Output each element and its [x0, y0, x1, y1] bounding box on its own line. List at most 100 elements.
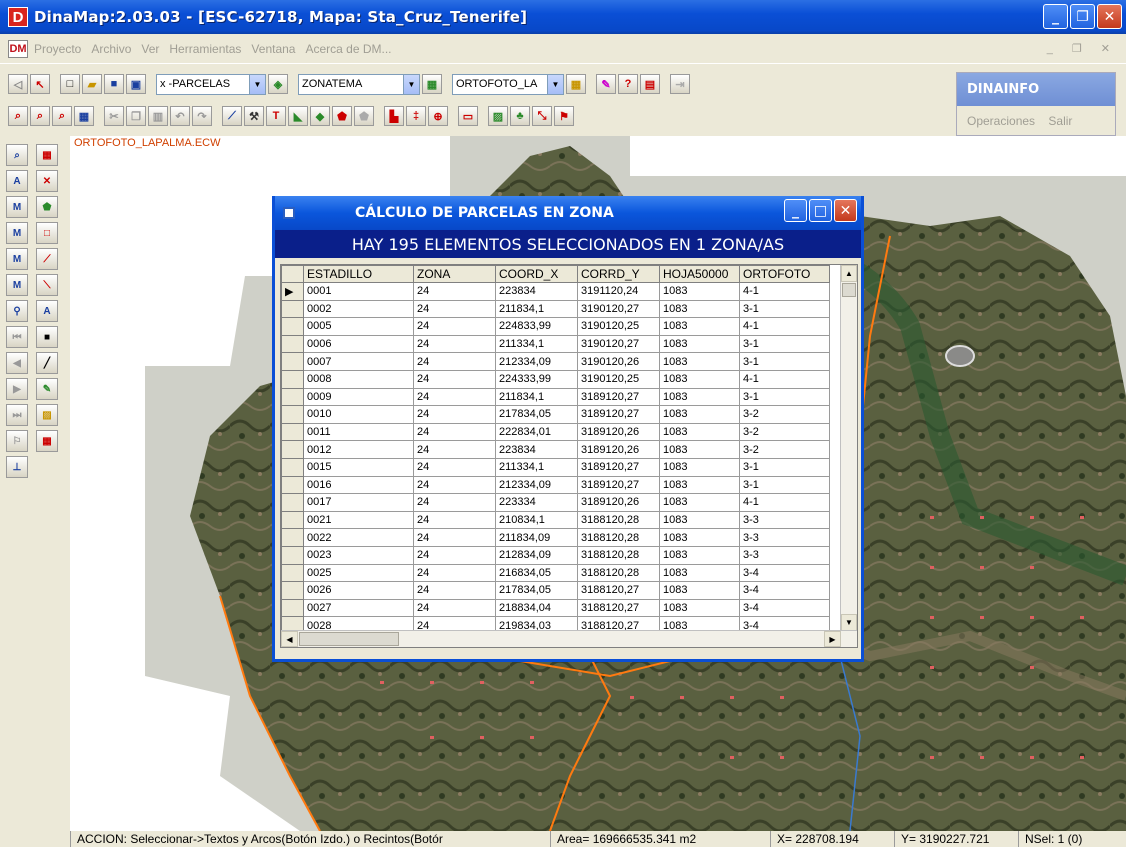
table-cell[interactable]: 3189120,27: [577, 405, 660, 424]
table-cell[interactable]: 1083: [659, 598, 740, 618]
menu-acerca[interactable]: Acerca de DM...: [305, 42, 391, 56]
cut-icon[interactable]: ✂: [104, 106, 124, 126]
row-indicator[interactable]: [281, 369, 304, 389]
open-folder-icon[interactable]: ▰: [82, 74, 102, 94]
grid-icon[interactable]: ▦: [566, 74, 586, 94]
split-icon[interactable]: ‡: [406, 106, 426, 126]
prev-record-icon[interactable]: ◀: [6, 352, 28, 374]
ms-minus-icon[interactable]: M: [6, 248, 28, 270]
table-cell[interactable]: 3-4: [739, 598, 830, 618]
table-cell[interactable]: 224833,99: [495, 317, 578, 336]
ms-plus-icon[interactable]: M: [6, 222, 28, 244]
table-cell[interactable]: 0016: [303, 475, 414, 495]
row-indicator[interactable]: [281, 334, 304, 354]
table-cell[interactable]: 3188120,28: [577, 545, 660, 565]
table-row[interactable]: 0011 24 222834,01 3189120,26 1083 3-2: [281, 422, 830, 442]
table-cell[interactable]: 0011: [303, 422, 414, 442]
help-icon[interactable]: ?: [618, 74, 638, 94]
row-indicator[interactable]: [281, 405, 304, 424]
line-tool-icon[interactable]: ⟍: [36, 274, 58, 296]
row-indicator[interactable]: [281, 528, 304, 547]
table-row[interactable]: 0008 24 224333,99 3190120,25 1083 4-1: [281, 369, 830, 389]
row-indicator[interactable]: ▶: [281, 282, 304, 301]
calc-parcels-icon[interactable]: ▨: [488, 106, 508, 126]
table-cell[interactable]: 3-4: [739, 563, 830, 583]
undo-icon[interactable]: ↶: [170, 106, 190, 126]
table-cell[interactable]: 1083: [659, 545, 740, 565]
row-indicator[interactable]: [281, 387, 304, 407]
col-estadillo[interactable]: ESTADILLO: [303, 265, 414, 283]
row-indicator[interactable]: [281, 563, 304, 583]
table-row[interactable]: 0016 24 212334,09 3189120,27 1083 3-1: [281, 475, 830, 495]
draw-icon[interactable]: ✎: [596, 74, 616, 94]
table-cell[interactable]: 0007: [303, 352, 414, 371]
table-cell[interactable]: 211334,1: [495, 334, 578, 354]
tools-icon[interactable]: ⚒: [244, 106, 264, 126]
col-corrd-y[interactable]: CORRD_Y: [577, 265, 660, 283]
table-cell[interactable]: 210834,1: [495, 510, 578, 530]
table-cell[interactable]: 24: [413, 493, 496, 512]
table-cell[interactable]: 1083: [659, 317, 740, 336]
table-row[interactable]: 0010 24 217834,05 3189120,27 1083 3-2: [281, 405, 830, 424]
table-cell[interactable]: 224333,99: [495, 369, 578, 389]
table-cell[interactable]: 3-1: [739, 387, 830, 407]
tree-icon[interactable]: ♣: [510, 106, 530, 126]
minimize-button[interactable]: _: [1043, 4, 1068, 29]
row-indicator[interactable]: [281, 440, 304, 459]
table-cell[interactable]: 24: [413, 457, 496, 477]
table-cell[interactable]: 24: [413, 440, 496, 459]
table-row[interactable]: 0015 24 211334,1 3189120,27 1083 3-1: [281, 457, 830, 477]
table-cell[interactable]: 24: [413, 369, 496, 389]
row-indicator[interactable]: [281, 352, 304, 371]
table-row[interactable]: 0022 24 211834,09 3188120,28 1083 3-3: [281, 528, 830, 547]
table-cell[interactable]: 3188120,28: [577, 528, 660, 547]
exit-icon[interactable]: ⇥: [670, 74, 690, 94]
first-record-icon[interactable]: ⏮: [6, 326, 28, 348]
table-cell[interactable]: 4-1: [739, 317, 830, 336]
attribute-icon[interactable]: ▙: [384, 106, 404, 126]
text-icon[interactable]: T: [266, 106, 286, 126]
table-cell[interactable]: 0021: [303, 510, 414, 530]
col-hoja50000[interactable]: HOJA50000: [659, 265, 740, 283]
layer-props-icon[interactable]: ◈: [268, 74, 288, 94]
table-cell[interactable]: 3-3: [739, 510, 830, 530]
polygon-icon[interactable]: ⬟: [332, 106, 352, 126]
table-cell[interactable]: 3189120,27: [577, 457, 660, 477]
mdi-controls[interactable]: _ ❐ ✕: [1047, 42, 1118, 55]
table-cell[interactable]: 223834: [495, 282, 578, 301]
menu-ventana[interactable]: Ventana: [251, 42, 295, 56]
table-cell[interactable]: 0027: [303, 598, 414, 618]
table-row[interactable]: 0012 24 223834 3189120,26 1083 3-2: [281, 440, 830, 459]
compass-icon[interactable]: ✕: [36, 170, 58, 192]
table-cell[interactable]: 3-3: [739, 545, 830, 565]
table-cell[interactable]: 1083: [659, 405, 740, 424]
table-cell[interactable]: 0023: [303, 545, 414, 565]
table-cell[interactable]: 3189120,27: [577, 387, 660, 407]
new-file-icon[interactable]: □: [60, 74, 80, 94]
table-row[interactable]: 0027 24 218834,04 3188120,27 1083 3-4: [281, 598, 830, 618]
table-cell[interactable]: 212334,09: [495, 352, 578, 371]
table-row[interactable]: ▶ 0001 24 223834 3191120,24 1083 4-1: [281, 282, 830, 301]
last-record-icon[interactable]: ⏭: [6, 404, 28, 426]
table-cell[interactable]: 24: [413, 387, 496, 407]
table-cell[interactable]: 24: [413, 334, 496, 354]
table-cell[interactable]: 218834,04: [495, 598, 578, 618]
pin-icon[interactable]: ⚑: [554, 106, 574, 126]
menu-archivo[interactable]: Archivo: [91, 42, 131, 56]
table-cell[interactable]: 222834,01: [495, 422, 578, 442]
vertical-scrollbar[interactable]: ▲ ▼: [840, 265, 857, 631]
measure-icon[interactable]: ⟋: [222, 106, 242, 126]
table-cell[interactable]: 3-2: [739, 405, 830, 424]
table-cell[interactable]: 24: [413, 545, 496, 565]
axis-icon[interactable]: ⊥: [6, 456, 28, 478]
table-cell[interactable]: 0025: [303, 563, 414, 583]
label-tool-icon[interactable]: A: [6, 170, 28, 192]
table-row[interactable]: 0017 24 223334 3189120,26 1083 4-1: [281, 493, 830, 512]
paste-icon[interactable]: ▥: [148, 106, 168, 126]
table-cell[interactable]: 1083: [659, 457, 740, 477]
row-indicator[interactable]: [281, 493, 304, 512]
dinainfo-menu-operaciones[interactable]: Operaciones: [967, 114, 1035, 128]
scroll-thumb[interactable]: [842, 283, 856, 297]
table-cell[interactable]: 0006: [303, 334, 414, 354]
table-cell[interactable]: 211834,09: [495, 528, 578, 547]
